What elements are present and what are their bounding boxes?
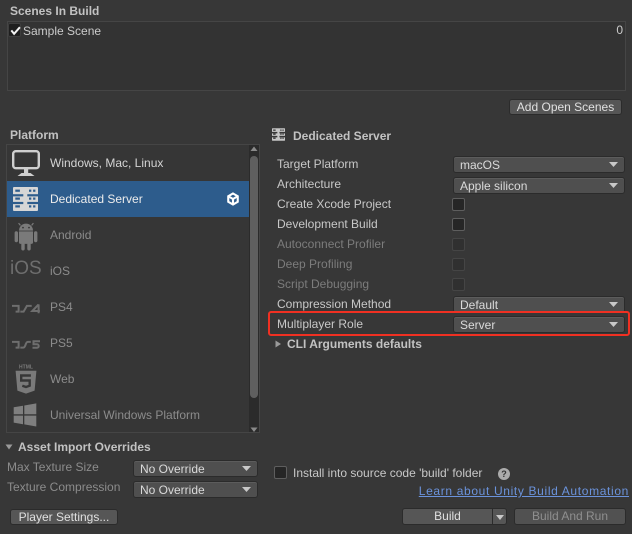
svg-text:HTML: HTML <box>19 365 33 371</box>
